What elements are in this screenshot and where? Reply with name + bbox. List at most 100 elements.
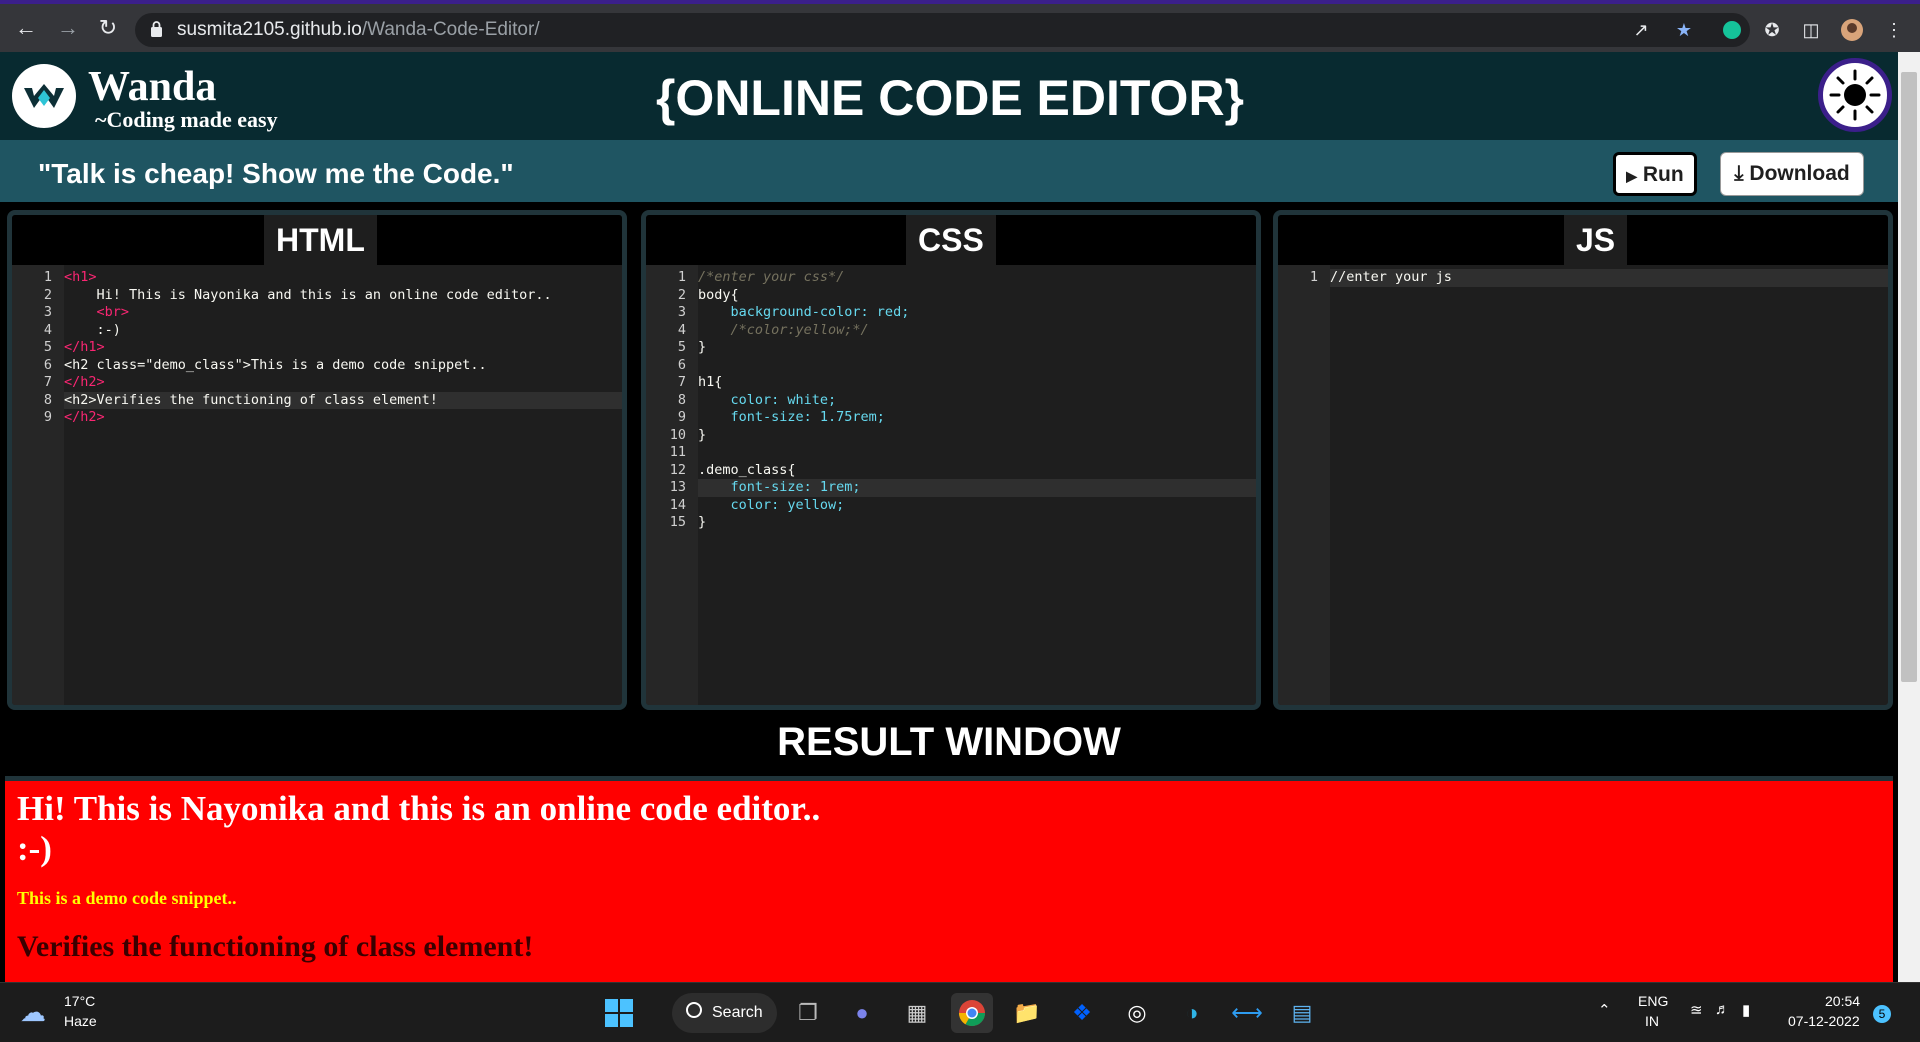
line-number: 3 [677,304,686,320]
lock-icon [151,21,162,37]
menu-icon[interactable]: ⋮ [1880,16,1908,44]
notepad-icon[interactable]: ▤ [1281,993,1323,1033]
run-button[interactable]: ▶ Run [1613,152,1697,196]
store-icon[interactable]: ▦ [896,993,938,1033]
line-number: 14 [669,496,686,513]
result-verifies-text: Verifies the functioning of class elemen… [17,930,534,963]
battery-icon[interactable]: ▮ [1742,1001,1750,1019]
code-line: color: yellow; [698,496,845,513]
clock-date[interactable]: 07-12-2022 [1788,1013,1860,1029]
line-number: 8 [677,391,686,408]
forward-icon[interactable]: → [54,14,82,42]
chrome-icon[interactable] [951,993,993,1033]
gutter-lines: 123456789 [12,269,64,427]
js-code-editor[interactable]: //enter your js [1330,265,1888,705]
scrollbar-thumb[interactable] [1901,72,1917,682]
line-number: 2 [43,286,52,303]
line-number: 6 [677,356,686,373]
line-number: 2 [677,286,686,303]
download-label: Download [1749,162,1850,185]
dropbox-icon[interactable]: ❖ [1061,993,1103,1033]
url-host: susmita2105.github.io [177,19,362,40]
clock-time[interactable]: 20:54 [1825,993,1860,1009]
code-line: color: white; [698,391,837,408]
gutter-lines: 1 2 3 4 5 6 7 8 9 10 11 12 13 14 15 [646,269,698,532]
line-number: 6 [43,356,52,373]
code-line: } [698,426,707,443]
line-number: 8 [43,391,52,408]
result-window-title: RESULT WINDOW [777,720,1121,764]
code-line: font-size: 1.75rem; [698,409,885,425]
code-line: <h2>Verifies the functioning of class el… [64,391,438,408]
language-code[interactable]: ENG [1638,993,1668,1009]
line-number: 12 [669,461,686,478]
code-line: .demo_class{ [698,461,796,478]
notification-badge[interactable]: 5 [1873,1005,1891,1023]
run-label: Run [1642,163,1684,186]
search-label: Search [712,1004,763,1021]
back-icon[interactable]: ← [12,14,40,42]
line-gutter: 1 2 3 4 5 6 7 8 9 10 11 12 13 14 15 [646,265,698,705]
brand-name: Wanda [88,64,217,110]
theme-toggle-button[interactable] [1818,58,1892,132]
reload-icon[interactable]: ↻ [94,14,122,42]
line-number: 15 [669,514,686,530]
sidepanel-icon[interactable]: ◫ [1797,16,1825,44]
extensions-icon[interactable]: ✪ [1758,16,1786,44]
page: Wanda ~Coding made easy {ONLINE CODE EDI… [0,52,1898,982]
result-demo-text: This is a demo code snippet.. [17,888,237,908]
weather-temp: 17°C [64,993,96,1009]
share-icon[interactable]: ↗ [1627,16,1655,44]
url-path: /Wanda-Code-Editor/ [361,19,540,40]
search-icon [686,1002,702,1018]
play-icon: ▶ [1626,168,1638,184]
grammarly-icon[interactable] [1718,16,1746,44]
line-number: 11 [669,444,686,460]
code-line: } [698,514,707,530]
code-line: Hi! This is Nayonika and this is an onli… [64,286,552,303]
app-icon[interactable]: ◎ [1116,993,1158,1033]
file-explorer-icon[interactable]: 📁 [1006,993,1048,1033]
result-heading: Hi! This is Nayonika and this is an onli… [17,789,821,828]
result-heading-smile: :-) [17,829,52,868]
start-icon[interactable] [598,993,640,1033]
profile-avatar[interactable] [1838,16,1866,44]
download-button[interactable]: ⤓ Download [1720,152,1864,196]
sun-icon [1829,69,1881,121]
code-line: } [698,339,707,355]
line-number: 3 [43,304,52,320]
address-bar[interactable]: susmita2105.github.io/Wanda-Code-Editor/ [135,13,1750,47]
top-header: Wanda ~Coding made easy {ONLINE CODE EDI… [0,52,1898,140]
chevron-up-icon[interactable]: ⌃ [1598,1001,1611,1019]
js-editor-panel: JS 1 //enter your js [1273,210,1893,710]
html-panel-label: HTML [264,215,377,265]
html-code-editor[interactable]: <h1> Hi! This is Nayonika and this is an… [64,265,622,705]
line-gutter: 1 [1278,265,1330,705]
weather-icon[interactable]: ☁ [20,997,46,1028]
code-line: </h1> [64,339,105,355]
teams-chat-icon[interactable]: ● [841,993,883,1033]
code-line: <h1> [64,269,97,285]
language-region[interactable]: IN [1645,1013,1659,1029]
line-number: 5 [43,339,52,355]
vscode-icon[interactable]: ⟷ [1226,993,1268,1033]
code-line: <h2 class="demo_class">This is a demo co… [64,356,487,373]
code-line: /*color:yellow;*/ [698,321,869,338]
line-number: 1 [1309,269,1318,285]
code-line: //enter your js [1330,269,1452,285]
result-window: Hi! This is Nayonika and this is an onli… [5,776,1893,982]
line-number: 4 [43,321,52,338]
star-icon[interactable]: ★ [1670,16,1698,44]
weather-desc: Haze [64,1013,97,1029]
line-number: 1 [43,269,52,285]
edge-icon[interactable]: ◑ [1171,993,1213,1033]
css-code-editor[interactable]: /*enter your css*/ body{ background-colo… [698,265,1256,705]
code-line: /*enter your css*/ [698,269,845,285]
volume-icon[interactable]: ♬ [1715,1001,1730,1018]
task-view-icon[interactable]: ❐ [787,993,829,1033]
line-number: 5 [677,339,686,355]
code-line: :-) [64,321,121,338]
js-panel-label: JS [1564,215,1628,265]
wifi-icon[interactable]: ≊ [1690,1001,1703,1019]
code-line: background-color: red; [698,304,910,320]
